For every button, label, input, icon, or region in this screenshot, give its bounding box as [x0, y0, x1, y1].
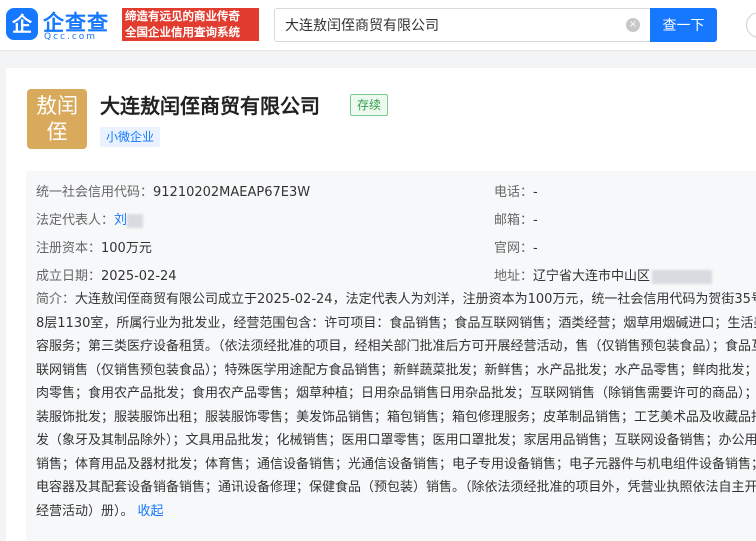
- date-value: 2025-02-24: [101, 269, 177, 284]
- email-label: 邮箱：: [494, 213, 534, 228]
- capital-label: 注册资本：: [36, 241, 102, 256]
- logo-domain: Qcc.com: [44, 32, 98, 42]
- top-bar: 企 企查查 Qcc.com 缔造有远见的商业传奇 全国企业信用查询系统 × 查一…: [0, 0, 756, 51]
- address-label: 地址：: [494, 269, 534, 284]
- logo-icon: 企: [6, 8, 38, 40]
- info-panel: 统一社会信用代码：91210202MAEAP67E3W 法定代表人：刘 注册资本…: [26, 171, 756, 541]
- intro-text: 大连敖闰侄商贸有限公司成立于2025-02-24，法定代表人为刘洋，注册资本为1…: [36, 292, 756, 519]
- credit-code-value[interactable]: 91210202MAEAP67E3W: [153, 185, 310, 200]
- credit-code-label: 统一社会信用代码：: [36, 185, 154, 200]
- address-row: 地址：辽宁省大连市中山区: [494, 265, 713, 284]
- address-value[interactable]: 辽宁省大连市中山区: [533, 269, 650, 284]
- website-row: 官网：-: [494, 237, 538, 256]
- company-intro: 简介：大连敖闰侄商贸有限公司成立于2025-02-24，法定代表人为刘洋，注册资…: [36, 288, 756, 523]
- user-avatar-icon[interactable]: [746, 12, 756, 38]
- search-button[interactable]: 查一下: [650, 8, 717, 42]
- capital-value: 100万元: [101, 241, 152, 256]
- website-value: -: [533, 241, 538, 256]
- date-row: 成立日期：2025-02-24: [36, 265, 177, 284]
- phone-label: 电话：: [494, 185, 534, 200]
- company-card: 敖闰侄 大连敖闰侄商贸有限公司 存续 小微企业 统一社会信用代码：9121020…: [6, 68, 756, 541]
- phone-value: -: [533, 185, 538, 200]
- intro-label: 简介：: [36, 292, 76, 307]
- company-name[interactable]: 大连敖闰侄商贸有限公司: [100, 90, 320, 119]
- email-value: -: [533, 213, 538, 228]
- legal-rep-value[interactable]: 刘: [114, 213, 127, 228]
- qcc-logo[interactable]: 企 企查查 Qcc.com: [6, 6, 118, 44]
- company-avatar: 敖闰侄: [27, 89, 87, 149]
- search-box: ×: [274, 8, 650, 42]
- search-input[interactable]: [275, 9, 625, 41]
- capital-row: 注册资本：100万元: [36, 237, 152, 256]
- email-row: 邮箱：-: [494, 209, 538, 228]
- redacted-name: [127, 213, 144, 228]
- slogan-line-1: 缔造有远见的商业传奇: [125, 9, 240, 23]
- legal-rep-row: 法定代表人：刘: [36, 209, 144, 228]
- collapse-link[interactable]: 收起: [138, 504, 164, 519]
- status-badge: 存续: [350, 94, 389, 116]
- credit-code-row: 统一社会信用代码：91210202MAEAP67E3W: [36, 181, 310, 200]
- redacted-address: [652, 269, 713, 284]
- phone-row: 电话：-: [494, 181, 538, 200]
- date-label: 成立日期：: [36, 269, 102, 284]
- legal-rep-label: 法定代表人：: [36, 213, 115, 228]
- website-label: 官网：: [494, 241, 534, 256]
- company-size-tag[interactable]: 小微企业: [100, 127, 161, 147]
- slogan-banner: 缔造有远见的商业传奇 全国企业信用查询系统: [122, 8, 259, 41]
- slogan-line-2: 全国企业信用查询系统: [125, 25, 240, 39]
- clear-icon[interactable]: ×: [626, 18, 640, 32]
